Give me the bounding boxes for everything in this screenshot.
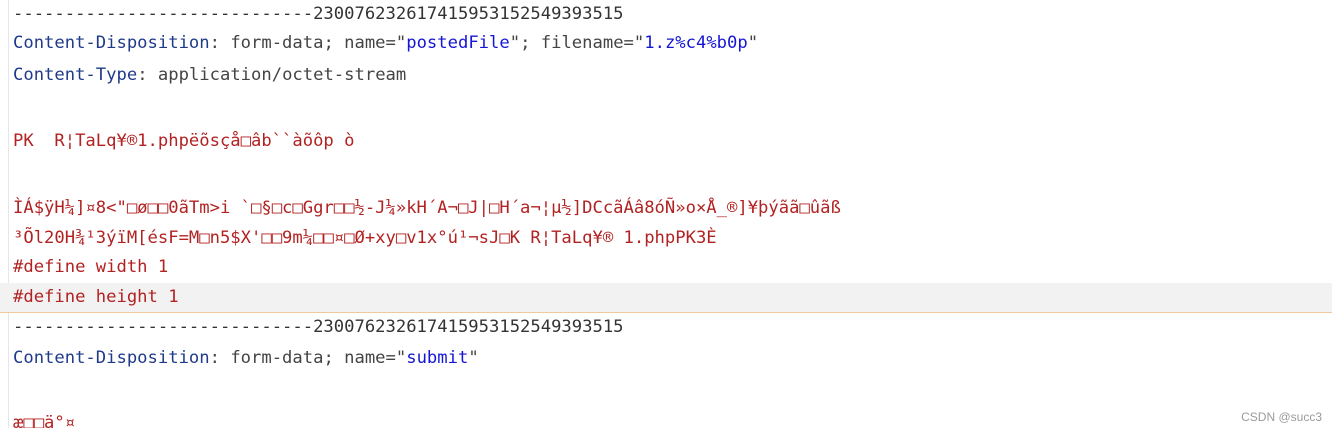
filename-value: 1.z%c4%b0p [644,33,748,53]
header-value: form-data; name=" [219,33,407,53]
content-type-line[interactable]: Content-Type: application/octet-stream [0,62,1332,88]
define-height-line[interactable]: #define height 1 [0,283,1332,313]
header-name: Content-Disposition [13,348,210,368]
header-name: Content-Disposition [13,33,210,53]
binary-line[interactable]: ÌÁ$ÿH¼]¤8<"□ø□□0ãTm>i `□§□c□Ggr□□½-J¼»kH… [0,195,1332,221]
header-colon: : [209,33,220,53]
header-name: Content-Type [13,65,138,85]
boundary-line[interactable]: -----------------------------23007623261… [0,314,1332,340]
boundary-line[interactable]: -----------------------------23007623261… [0,1,1332,27]
define-width-text: #define width 1 [13,257,169,277]
watermark: CSDN @succ3 [1241,410,1322,424]
header-value: application/octet-stream [147,65,407,85]
binary-line[interactable]: ³Õl20H¾¹3ýïM[ésF=M□n5$X'□□9m¼□□¤□Ø+xy□v1… [0,225,1332,251]
binary-text: PK R¦TaLq¥®1.phpëõsçå□âb``àõôp ò [13,131,355,151]
binary-line[interactable]: PK R¦TaLq¥®1.phpëõsçå□âb``àõôp ò [0,128,1332,154]
field-name-value: postedFile [406,33,510,53]
header-colon: : [137,65,148,85]
define-width-line[interactable]: #define width 1 [0,254,1332,280]
header-value: form-data; name=" [219,348,407,368]
submit-value-text: æ□□ä°¤ [13,413,76,428]
filename-separator: "; filename=" [509,33,645,53]
closing-quote: " [468,348,479,368]
content-disposition-file-line[interactable]: Content-Disposition: form-data; name="po… [0,30,1332,56]
header-colon: : [209,348,220,368]
define-height-text: #define height 1 [13,287,179,307]
boundary-text: -----------------------------23007623261… [13,4,624,24]
http-request-editor[interactable]: -----------------------------23007623261… [0,0,1332,428]
field-name-value: submit [406,348,469,368]
closing-quote: " [747,33,759,53]
submit-value-line[interactable]: æ□□ä°¤ [0,410,1332,428]
binary-text: ÌÁ$ÿH¼]¤8<"□ø□□0ãTm>i `□§□c□Ggr□□½-J¼»kH… [13,198,841,218]
binary-text: ³Õl20H¾¹3ýïM[ésF=M□n5$X'□□9m¼□□¤□Ø+xy□v1… [13,228,717,248]
boundary-text: -----------------------------23007623261… [13,317,624,337]
content-disposition-submit-line[interactable]: Content-Disposition: form-data; name="su… [0,345,1332,371]
